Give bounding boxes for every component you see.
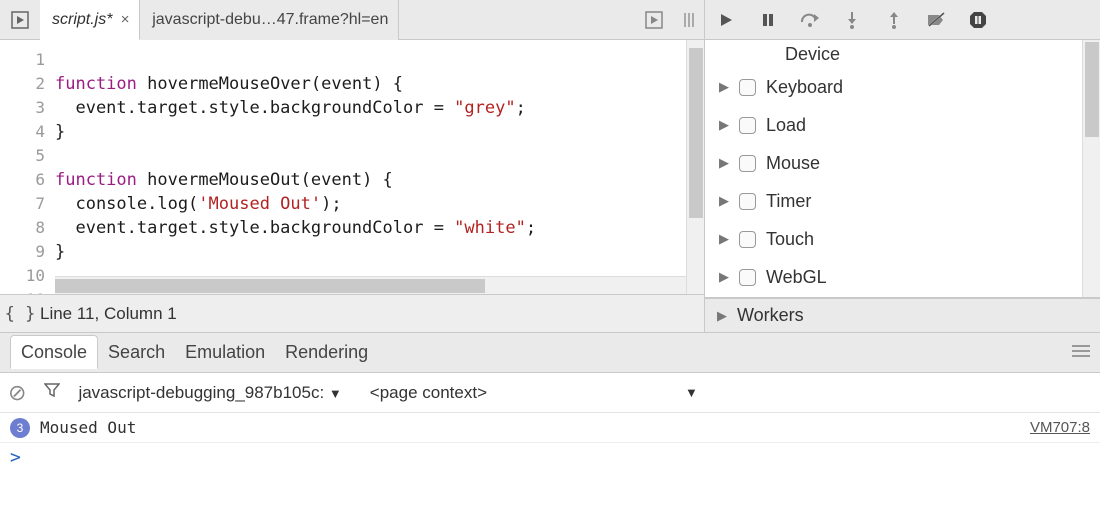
chevron-down-icon[interactable]: ▼ xyxy=(685,385,698,400)
expand-triangle-icon: ▶ xyxy=(719,155,729,171)
expand-triangle-icon: ▶ xyxy=(719,231,729,247)
pause-lines-icon[interactable] xyxy=(674,0,704,40)
scrollbar-thumb[interactable] xyxy=(1085,42,1099,137)
breakpoint-label: Load xyxy=(766,115,806,136)
chevron-down-icon: ▼ xyxy=(329,386,342,401)
breakpoint-checkbox[interactable] xyxy=(739,269,756,286)
filter-icon xyxy=(44,382,60,398)
tab-label: javascript-debu…47.frame?hl=en xyxy=(152,11,388,29)
tab-label: script.js* xyxy=(52,11,112,29)
tab-frame[interactable]: javascript-debu…47.frame?hl=en xyxy=(140,0,399,40)
breakpoint-category[interactable]: ▶ Timer xyxy=(705,182,1100,220)
context-label: <page context> xyxy=(370,383,487,402)
play-in-box-icon xyxy=(11,11,29,29)
breakpoint-label: Timer xyxy=(766,191,811,212)
breakpoint-category[interactable]: ▶ Mouse xyxy=(705,144,1100,182)
menu-icon xyxy=(1072,344,1090,358)
editor-horizontal-scrollbar[interactable] xyxy=(55,276,686,294)
expand-triangle-icon: ▶ xyxy=(719,269,729,285)
resume-button[interactable] xyxy=(715,9,737,31)
close-icon[interactable]: × xyxy=(120,11,129,28)
console-toolbar: ⊘ javascript-debugging_987b105c: ▼ <page… xyxy=(0,373,1100,413)
workers-section[interactable]: ▶ Workers xyxy=(705,298,1100,332)
deactivate-breakpoints-button[interactable] xyxy=(925,9,947,31)
editor-statusbar: { } Line 11, Column 1 xyxy=(0,294,704,332)
drawer-tab-rendering[interactable]: Rendering xyxy=(275,336,378,368)
play-in-box-icon xyxy=(645,11,663,29)
step-over-button[interactable] xyxy=(799,9,821,31)
breakpoint-label: Device xyxy=(785,44,840,65)
breakpoint-checkbox[interactable] xyxy=(739,193,756,210)
line-gutter: 1234567891011 xyxy=(0,40,55,294)
breakpoint-category-partial[interactable]: Device xyxy=(705,40,1100,68)
drawer-menu-button[interactable] xyxy=(1072,342,1090,363)
tab-script-js[interactable]: script.js* × xyxy=(40,0,140,40)
breakpoint-label: Touch xyxy=(766,229,814,250)
breakpoint-label: WebGL xyxy=(766,267,827,288)
drawer-tab-emulation[interactable]: Emulation xyxy=(175,336,275,368)
breakpoint-category[interactable]: ▶ WebGL xyxy=(705,258,1100,296)
breakpoint-category[interactable]: ▶ Keyboard xyxy=(705,68,1100,106)
log-source-link[interactable]: VM707:8 xyxy=(1030,419,1090,436)
breakpoint-checkbox[interactable] xyxy=(739,79,756,96)
step-out-button[interactable] xyxy=(883,9,905,31)
breakpoint-checkbox[interactable] xyxy=(739,155,756,172)
breakpoint-category[interactable]: ▶ Load xyxy=(705,106,1100,144)
drawer-tab-console[interactable]: Console xyxy=(10,335,98,369)
pretty-print-button[interactable]: { } xyxy=(0,304,40,324)
filter-button[interactable] xyxy=(44,382,60,403)
scrollbar-thumb[interactable] xyxy=(689,48,703,218)
context-selector[interactable]: <page context> xyxy=(370,383,487,403)
drawer-tabs: ConsoleSearchEmulationRendering xyxy=(0,333,1100,373)
scrollbar-thumb[interactable] xyxy=(55,279,485,293)
breakpoints-scrollbar[interactable] xyxy=(1082,40,1100,297)
breakpoint-checkbox[interactable] xyxy=(739,117,756,134)
console-log-line[interactable]: 3 Moused Out VM707:8 xyxy=(0,413,1100,443)
event-listener-breakpoints[interactable]: Device ▶Keyboard▶Load▶Mouse▶Timer▶Touch▶… xyxy=(705,40,1100,298)
prompt-symbol: > xyxy=(10,447,21,468)
code-area[interactable]: function hovermeMouseOver(event) { event… xyxy=(55,40,704,294)
expand-triangle-icon: ▶ xyxy=(719,193,729,209)
code-editor[interactable]: 1234567891011 function hovermeMouseOver(… xyxy=(0,40,704,294)
clear-console-button[interactable]: ⊘ xyxy=(8,380,26,406)
expand-triangle-icon: ▶ xyxy=(719,79,729,95)
debugger-toolbar xyxy=(705,0,1100,40)
breakpoint-label: Keyboard xyxy=(766,77,843,98)
breakpoint-label: Mouse xyxy=(766,153,820,174)
console-output[interactable]: 3 Moused Out VM707:8 > xyxy=(0,413,1100,520)
pause-button[interactable] xyxy=(757,9,779,31)
console-prompt[interactable]: > xyxy=(0,443,1100,472)
pause-on-exceptions-button[interactable] xyxy=(967,9,989,31)
cursor-location: Line 11, Column 1 xyxy=(40,304,177,324)
workers-label: Workers xyxy=(737,305,804,326)
show-navigator-button[interactable] xyxy=(0,0,40,40)
frame-selector[interactable]: javascript-debugging_987b105c: ▼ xyxy=(78,383,341,403)
expand-triangle-icon: ▶ xyxy=(717,308,727,324)
sources-tabbar: script.js* × javascript-debu…47.frame?hl… xyxy=(0,0,704,40)
drawer-tab-search[interactable]: Search xyxy=(98,336,175,368)
editor-vertical-scrollbar[interactable] xyxy=(686,40,704,294)
frame-label: javascript-debugging_987b105c: xyxy=(78,383,324,402)
toggle-debugger-button[interactable] xyxy=(634,0,674,40)
expand-triangle-icon: ▶ xyxy=(719,117,729,133)
breakpoint-category[interactable]: ▶ Touch xyxy=(705,220,1100,258)
step-into-button[interactable] xyxy=(841,9,863,31)
drawer: ConsoleSearchEmulationRendering ⊘ javasc… xyxy=(0,333,1100,520)
repeat-count-badge: 3 xyxy=(10,418,30,438)
log-message: Moused Out xyxy=(40,418,136,437)
breakpoint-checkbox[interactable] xyxy=(739,231,756,248)
